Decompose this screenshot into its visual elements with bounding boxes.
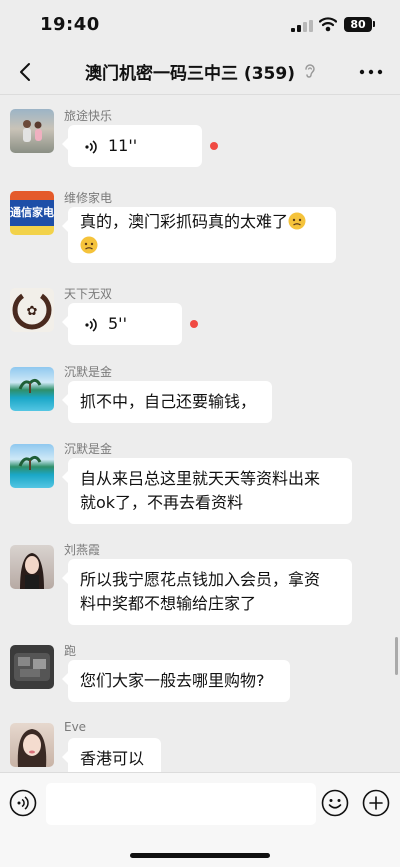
avatar[interactable] <box>10 545 54 589</box>
ear-icon <box>305 64 315 78</box>
battery-level: 80 <box>344 17 372 32</box>
voice-toggle-icon[interactable] <box>9 789 37 817</box>
sender-name: 维修家电 <box>64 191 113 205</box>
message-text-line: 就ok了，不再去看资料 <box>80 493 244 512</box>
message-text-line: 料中奖都不想输给庄家了 <box>80 594 257 613</box>
ellipsis-icon[interactable] <box>358 64 384 80</box>
input-bar <box>0 772 400 867</box>
sender-name: 天下无双 <box>64 287 113 301</box>
avatar[interactable] <box>10 645 54 689</box>
cellular-signal-icon <box>291 20 313 32</box>
plus-icon[interactable] <box>362 789 390 817</box>
unread-dot <box>190 320 198 328</box>
message-text: 您们大家一般去哪里购物? <box>80 671 265 690</box>
avatar[interactable] <box>10 109 54 153</box>
message-text-line: 所以我宁愿花点钱加入会员，拿资 <box>80 570 321 589</box>
text-message-bubble[interactable]: 真的，澳门彩抓码真的太难了 <box>62 207 336 263</box>
message-text: 真的，澳门彩抓码真的太难了 <box>80 212 289 231</box>
sender-name: 旅途快乐 <box>64 109 113 123</box>
avatar[interactable] <box>10 723 54 767</box>
voice-wave-icon <box>85 139 97 154</box>
avatar[interactable] <box>10 444 54 488</box>
avatar[interactable]: ✿ <box>10 288 54 332</box>
text-message-bubble[interactable]: 抓不中，自己还要输钱， <box>62 381 272 423</box>
sender-name: 跑 <box>64 644 77 658</box>
emoji-icon[interactable] <box>321 789 349 817</box>
message-input[interactable] <box>46 783 316 825</box>
text-message-bubble[interactable]: 所以我宁愿花点钱加入会员，拿资 料中奖都不想输给庄家了 <box>62 559 352 625</box>
avatar[interactable] <box>10 367 54 411</box>
home-indicator[interactable] <box>130 853 270 858</box>
chat-title: 澳门机密一码三中三 (359) <box>85 64 295 84</box>
svg-text:✿: ✿ <box>27 304 38 319</box>
sender-name: 刘燕霞 <box>64 543 101 557</box>
worried-face-emoji <box>288 212 306 230</box>
text-message-bubble[interactable]: 自从来吕总这里就天天等资料出来 就ok了，不再去看资料 <box>62 458 352 524</box>
message-text: 香港可以 <box>80 749 145 768</box>
voice-wave-icon <box>85 317 97 332</box>
chevron-left-icon[interactable] <box>14 60 38 84</box>
voice-message-bubble[interactable]: 5'' <box>62 303 182 345</box>
status-bar: 19:40 80 <box>0 0 400 50</box>
avatar-text: 通信家电 <box>10 200 54 226</box>
wifi-icon <box>319 17 337 32</box>
battery-icon <box>373 21 375 27</box>
message-text-line: 自从来吕总这里就天天等资料出来 <box>80 469 321 488</box>
sender-name: Eve <box>64 720 87 734</box>
message-text: 抓不中，自己还要输钱， <box>80 392 257 411</box>
voice-message-bubble[interactable]: 11'' <box>62 125 202 167</box>
worried-face-emoji <box>80 236 98 254</box>
sender-name: 沉默是金 <box>64 442 113 456</box>
unread-dot <box>210 142 218 150</box>
chat-header: 澳门机密一码三中三 (359) <box>0 50 400 95</box>
text-message-bubble[interactable]: 您们大家一般去哪里购物? <box>62 660 290 702</box>
voice-duration: 11'' <box>108 136 138 155</box>
sender-name: 沉默是金 <box>64 365 113 379</box>
status-time: 19:40 <box>40 14 100 35</box>
voice-duration: 5'' <box>108 314 127 333</box>
text-message-bubble[interactable]: 香港可以 <box>62 738 161 772</box>
avatar[interactable]: 通信家电 <box>10 191 54 235</box>
scroll-indicator[interactable] <box>395 637 398 675</box>
message-list[interactable]: 旅途快乐 11'' 通信家电 维修家电 真的，澳门彩抓码真的太难了 ✿ 天下无双… <box>0 95 400 772</box>
